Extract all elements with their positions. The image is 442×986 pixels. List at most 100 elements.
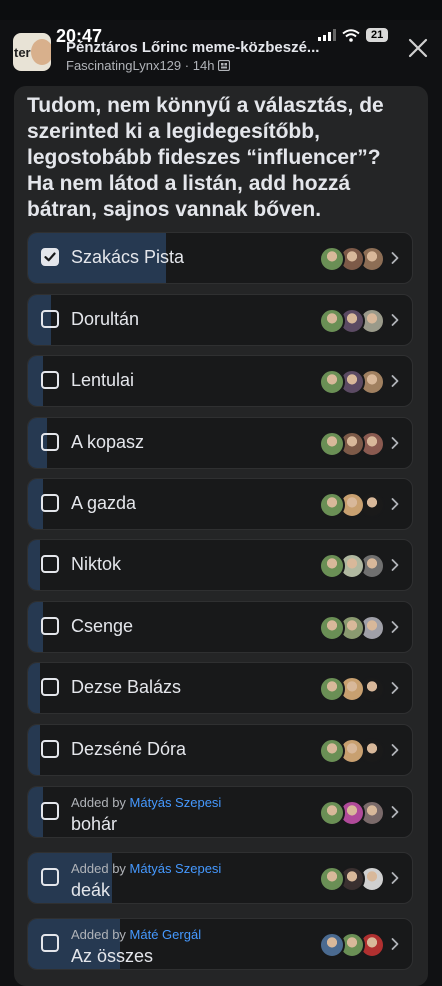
poll-option[interactable]: Niktok — [27, 539, 413, 591]
poll-option[interactable]: Lentulai — [27, 355, 413, 407]
voter-avatar — [319, 866, 345, 892]
chevron-right-icon[interactable] — [390, 680, 400, 696]
poll-option[interactable]: Dezséné Dóra — [27, 724, 413, 776]
voter-avatar — [319, 676, 345, 702]
vote-checkbox[interactable] — [41, 934, 59, 952]
voter-avatars[interactable] — [319, 492, 385, 518]
option-label: Niktok — [71, 554, 122, 574]
added-by-line: Added by Mátyás Szepesi — [71, 795, 221, 810]
added-by-prefix: Added by — [71, 861, 130, 876]
option-label: Dezséné Dóra — [71, 739, 187, 759]
poll-option[interactable]: Dezse Balázs — [27, 662, 413, 714]
option-label: A kopasz — [71, 432, 145, 452]
poll-question: Tudom, nem könnyű a választás, de szerin… — [27, 94, 384, 221]
checkmark-icon — [44, 252, 56, 262]
chevron-right-icon[interactable] — [390, 619, 400, 635]
voter-avatar — [319, 369, 345, 395]
poll-option[interactable]: Dorultán — [27, 294, 413, 346]
voter-avatars[interactable] — [319, 553, 385, 579]
vote-checkbox[interactable] — [41, 248, 59, 266]
option-label: Csenge — [71, 616, 134, 636]
voter-avatars[interactable] — [319, 431, 385, 457]
vote-checkbox[interactable] — [41, 802, 59, 820]
chevron-right-icon[interactable] — [390, 435, 400, 451]
vote-share-bar — [28, 725, 40, 775]
added-by-prefix: Added by — [71, 795, 130, 810]
voter-avatars[interactable] — [319, 615, 385, 641]
post-header: ter 20:47 Pénztáros Lőrinc meme-közbeszé… — [0, 22, 442, 80]
poll-option[interactable]: Szakács Pista — [27, 232, 413, 284]
option-label: Dorultán — [71, 309, 140, 329]
poll-option[interactable]: Csenge — [27, 601, 413, 653]
chevron-right-icon[interactable] — [390, 742, 400, 758]
group-name[interactable]: Pénztáros Lőrinc meme-közbeszé... — [66, 39, 336, 56]
option-label: deák — [71, 880, 111, 900]
voter-avatars[interactable] — [319, 800, 385, 826]
chevron-right-icon[interactable] — [390, 250, 400, 266]
vote-checkbox[interactable] — [41, 371, 59, 389]
status-icons: 21 — [318, 28, 389, 42]
chevron-right-icon[interactable] — [390, 804, 400, 820]
voter-avatar — [319, 246, 345, 272]
vote-share-bar — [28, 663, 40, 713]
voter-avatar — [319, 738, 345, 764]
voter-avatar — [319, 553, 345, 579]
poll-option[interactable]: A kopasz — [27, 417, 413, 469]
chevron-right-icon[interactable] — [390, 936, 400, 952]
vote-checkbox[interactable] — [41, 310, 59, 328]
vote-checkbox[interactable] — [41, 868, 59, 886]
wifi-icon — [342, 28, 360, 42]
option-label: Szakács Pista — [71, 247, 185, 267]
voter-avatars[interactable] — [319, 738, 385, 764]
option-label: A gazda — [71, 493, 137, 513]
author-name[interactable]: FascinatingLynx129 — [66, 58, 181, 73]
option-label: Az összes — [71, 946, 154, 966]
voter-avatars[interactable] — [319, 369, 385, 395]
voter-avatar — [319, 615, 345, 641]
chevron-right-icon[interactable] — [390, 373, 400, 389]
voter-avatars[interactable] — [319, 932, 385, 958]
option-label: Lentulai — [71, 370, 135, 390]
added-by-prefix: Added by — [71, 927, 130, 942]
poll-option[interactable]: Added by Mátyás Szepesi bohár — [27, 786, 413, 838]
vote-checkbox[interactable] — [41, 433, 59, 451]
vote-checkbox[interactable] — [41, 740, 59, 758]
vote-checkbox[interactable] — [41, 678, 59, 696]
voter-avatars[interactable] — [319, 866, 385, 892]
poll-option[interactable]: Added by Máté Gergál Az összes — [27, 918, 413, 970]
voter-avatars[interactable] — [319, 308, 385, 334]
voter-avatars[interactable] — [319, 676, 385, 702]
added-by-user[interactable]: Mátyás Szepesi — [130, 795, 222, 810]
voter-avatar — [319, 308, 345, 334]
added-by-line: Added by Máté Gergál — [71, 927, 201, 942]
option-label: Dezse Balázs — [71, 677, 182, 697]
group-avatar[interactable]: ter — [13, 33, 51, 71]
post-meta: FascinatingLynx129 · 14h — [66, 58, 231, 73]
added-by-line: Added by Mátyás Szepesi — [71, 861, 221, 876]
chevron-right-icon[interactable] — [390, 870, 400, 886]
close-icon[interactable] — [404, 34, 432, 62]
battery-level: 21 — [366, 28, 389, 42]
voter-avatar — [319, 800, 345, 826]
option-label: bohár — [71, 814, 118, 834]
voter-avatar — [319, 492, 345, 518]
vote-checkbox[interactable] — [41, 494, 59, 512]
chevron-right-icon[interactable] — [390, 557, 400, 573]
added-by-user[interactable]: Mátyás Szepesi — [130, 861, 222, 876]
voter-avatar — [319, 431, 345, 457]
voter-avatar — [319, 932, 345, 958]
group-avatar-text: ter — [14, 45, 31, 60]
signal-icon — [318, 29, 336, 41]
poll-option[interactable]: A gazda — [27, 478, 413, 530]
vote-checkbox[interactable] — [41, 555, 59, 573]
chevron-right-icon[interactable] — [390, 496, 400, 512]
post-age: 14h — [192, 58, 215, 73]
vote-checkbox[interactable] — [41, 617, 59, 635]
status-bar-strip — [0, 0, 442, 20]
voter-avatars[interactable] — [319, 246, 385, 272]
group-avatar-face — [31, 39, 51, 65]
added-by-user[interactable]: Máté Gergál — [130, 927, 202, 942]
chevron-right-icon[interactable] — [390, 312, 400, 328]
group-privacy-icon — [217, 59, 231, 72]
poll-option[interactable]: Added by Mátyás Szepesi deák — [27, 852, 413, 904]
